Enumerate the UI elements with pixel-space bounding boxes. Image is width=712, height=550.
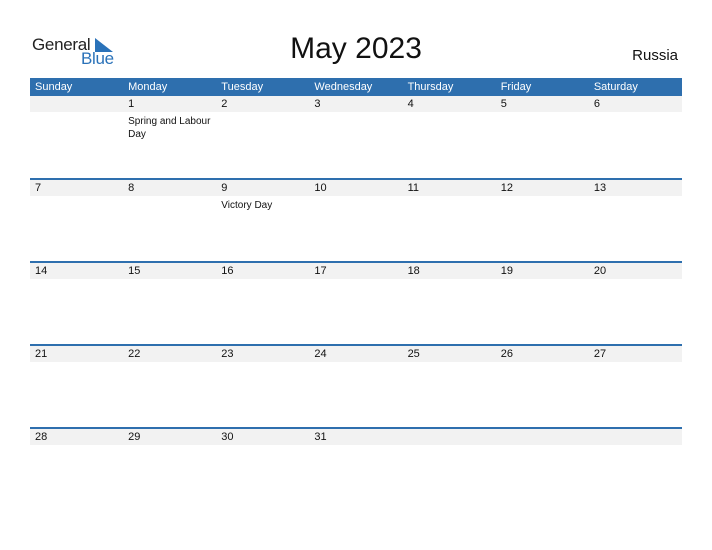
day-cell[interactable]: 2 <box>216 96 310 175</box>
day-number: 3 <box>309 96 403 112</box>
day-number: 27 <box>588 346 682 362</box>
day-number: 8 <box>123 180 217 196</box>
day-number: 5 <box>495 96 589 112</box>
day-number: 20 <box>588 263 682 279</box>
weekday-sunday: Sunday <box>35 81 73 93</box>
day-cell[interactable]: 15 <box>123 263 217 342</box>
day-number: 28 <box>30 429 124 445</box>
weekday-tuesday: Tuesday <box>221 81 264 93</box>
day-number: 23 <box>216 346 310 362</box>
day-number <box>495 429 589 445</box>
day-cell[interactable]: 12 <box>495 180 589 259</box>
week-row: 14 15 16 17 18 19 20 <box>30 261 682 344</box>
day-number: 15 <box>123 263 217 279</box>
day-number: 4 <box>402 96 496 112</box>
day-number: 6 <box>588 96 682 112</box>
day-cell[interactable]: 29 <box>123 429 217 508</box>
day-cell[interactable]: 25 <box>402 346 496 425</box>
day-number: 1 <box>123 96 217 112</box>
day-cell[interactable] <box>588 429 682 508</box>
holiday-label: Victory Day <box>221 200 273 211</box>
day-number: 10 <box>309 180 403 196</box>
day-number: 7 <box>30 180 124 196</box>
weekday-thursday: Thursday <box>407 81 454 93</box>
day-cell[interactable]: 26 <box>495 346 589 425</box>
day-number: 2 <box>216 96 310 112</box>
weekday-friday: Friday <box>500 81 532 93</box>
weekday-monday: Monday <box>128 81 168 93</box>
week-row: 7 8 9 Victory Day 10 11 12 13 <box>30 178 682 261</box>
day-number: 25 <box>402 346 496 362</box>
holiday-label: Spring and Labour Day <box>128 116 211 140</box>
day-number: 30 <box>216 429 310 445</box>
day-cell[interactable]: 23 <box>216 346 310 425</box>
day-cell[interactable]: 20 <box>588 263 682 342</box>
page-title: May 2023 <box>290 32 422 65</box>
weekday-wednesday: Wednesday <box>314 81 373 93</box>
day-cell[interactable]: 24 <box>309 346 403 425</box>
weekday-saturday: Saturday <box>593 81 638 93</box>
day-cell[interactable]: 3 <box>309 96 403 175</box>
weekday-header: Sunday Monday Tuesday Wednesday Thursday… <box>30 78 682 96</box>
day-cell[interactable]: 14 <box>30 263 124 342</box>
day-number: 11 <box>402 180 496 196</box>
day-number: 26 <box>495 346 589 362</box>
day-number: 16 <box>216 263 310 279</box>
day-cell[interactable]: 31 <box>309 429 403 508</box>
day-number: 18 <box>402 263 496 279</box>
day-cell[interactable]: 30 <box>216 429 310 508</box>
day-cell[interactable]: 21 <box>30 346 124 425</box>
day-cell[interactable]: 11 <box>402 180 496 259</box>
day-number: 29 <box>123 429 217 445</box>
day-number: 22 <box>123 346 217 362</box>
day-cell[interactable] <box>30 96 124 175</box>
day-cell[interactable]: 1 Spring and Labour Day <box>123 96 217 175</box>
day-number: 17 <box>309 263 403 279</box>
day-cell[interactable]: 9 Victory Day <box>216 180 310 259</box>
day-cell[interactable]: 16 <box>216 263 310 342</box>
day-number: 12 <box>495 180 589 196</box>
calendar-grid: Sunday Monday Tuesday Wednesday Thursday… <box>30 78 682 510</box>
week-row: 1 Spring and Labour Day 2 3 4 5 6 <box>30 96 682 178</box>
day-number <box>588 429 682 445</box>
day-number: 24 <box>309 346 403 362</box>
day-cell[interactable]: 27 <box>588 346 682 425</box>
day-cell[interactable] <box>495 429 589 508</box>
day-cell[interactable]: 18 <box>402 263 496 342</box>
day-cell[interactable] <box>402 429 496 508</box>
day-cell[interactable]: 6 <box>588 96 682 175</box>
day-cell[interactable]: 7 <box>30 180 124 259</box>
day-cell[interactable]: 13 <box>588 180 682 259</box>
week-row: 28 29 30 31 <box>30 427 682 510</box>
day-number: 31 <box>309 429 403 445</box>
day-cell[interactable]: 8 <box>123 180 217 259</box>
day-cell[interactable]: 17 <box>309 263 403 342</box>
day-cell[interactable]: 10 <box>309 180 403 259</box>
day-number <box>402 429 496 445</box>
day-number: 9 <box>216 180 310 196</box>
day-cell[interactable]: 22 <box>123 346 217 425</box>
day-cell[interactable]: 4 <box>402 96 496 175</box>
country-label: Russia <box>632 47 678 64</box>
day-number: 19 <box>495 263 589 279</box>
week-row: 21 22 23 24 25 26 27 <box>30 344 682 427</box>
day-number: 13 <box>588 180 682 196</box>
day-number: 14 <box>30 263 124 279</box>
day-cell[interactable]: 28 <box>30 429 124 508</box>
day-number: 21 <box>30 346 124 362</box>
weeks-container: 1 Spring and Labour Day 2 3 4 5 6 7 8 9 Victory Da… <box>30 96 682 510</box>
day-cell[interactable]: 19 <box>495 263 589 342</box>
day-cell[interactable]: 5 <box>495 96 589 175</box>
day-number <box>30 96 124 112</box>
